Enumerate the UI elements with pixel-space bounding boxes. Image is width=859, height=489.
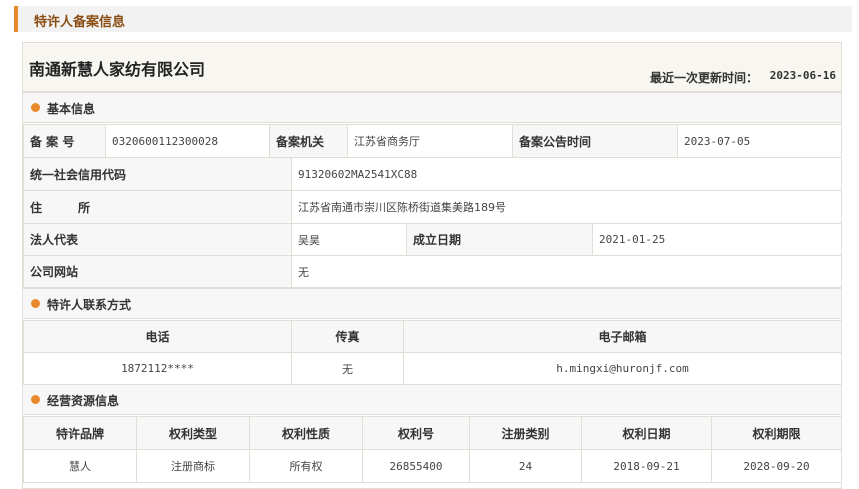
fax-header: 传真	[291, 320, 404, 353]
record-no-value: 0320600112300028	[105, 124, 270, 158]
table-row: 统一社会信用代码 91320602MA2541XC88	[23, 157, 843, 191]
brand-header: 特许品牌	[23, 416, 137, 450]
section-contact: 特许人联系方式	[23, 288, 841, 319]
address-value: 江苏省南通市崇川区陈桥街道集美路189号	[290, 190, 843, 224]
table-row: 慧人 注册商标 所有权 26855400 24 2018-09-21 2028-…	[23, 449, 842, 483]
right-date-header: 权利日期	[581, 416, 712, 450]
page-header: 特许人备案信息	[14, 6, 852, 32]
credit-code-label: 统一社会信用代码	[23, 157, 292, 191]
table-row: 住 所 江苏省南通市崇川区陈桥街道集美路189号	[23, 190, 843, 224]
legal-rep-label: 法人代表	[23, 223, 292, 256]
right-term-header: 权利期限	[711, 416, 842, 450]
table-row: 备 案 号 0320600112300028 备案机关 江苏省商务厅 备案公告时…	[23, 124, 842, 158]
right-no-cell: 26855400	[362, 449, 470, 483]
record-panel: 南通新慧人家纺有限公司 最近一次更新时间： 2023-06-16 基本信息 备 …	[22, 42, 843, 489]
company-name: 南通新慧人家纺有限公司	[29, 60, 206, 79]
website-value: 无	[290, 255, 843, 288]
right-nature-cell: 所有权	[249, 449, 363, 483]
founded-date-value: 2021-01-25	[591, 223, 843, 256]
address-label: 住 所	[23, 190, 292, 224]
credit-code-value: 91320602MA2541XC88	[290, 157, 843, 191]
right-type-cell: 注册商标	[136, 449, 250, 483]
basic-info-table-2: 统一社会信用代码 91320602MA2541XC88 住 所 江苏省南通市崇川…	[23, 157, 843, 288]
website-label: 公司网站	[23, 255, 292, 288]
authority-label: 备案机关	[269, 124, 348, 158]
founded-date-label: 成立日期	[406, 223, 593, 256]
right-date-cell: 2018-09-21	[581, 449, 712, 483]
reg-class-cell: 24	[469, 449, 582, 483]
company-header: 南通新慧人家纺有限公司 最近一次更新时间： 2023-06-16	[23, 43, 841, 92]
update-time-label: 最近一次更新时间：	[649, 71, 758, 85]
announce-date-value: 2023-07-05	[677, 124, 842, 158]
section-resources-title: 经营资源信息	[47, 394, 120, 408]
reg-class-header: 注册类别	[469, 416, 582, 450]
table-row: 法人代表 吴昊 成立日期 2021-01-25	[23, 223, 843, 256]
section-basic-title: 基本信息	[47, 102, 96, 116]
phone-value: 1872112****	[23, 352, 292, 385]
bullet-dot-icon	[31, 299, 40, 308]
section-basic-info: 基本信息	[23, 92, 841, 123]
section-contact-title: 特许人联系方式	[47, 298, 132, 312]
email-header: 电子邮箱	[403, 320, 842, 353]
right-term-cell: 2028-09-20	[711, 449, 842, 483]
authority-value: 江苏省商务厅	[347, 124, 513, 158]
bullet-dot-icon	[31, 103, 40, 112]
update-time-value: 2023-06-16	[769, 69, 836, 82]
brand-cell: 慧人	[23, 449, 137, 483]
contact-table: 电话 传真 电子邮箱 1872112**** 无 h.mingxi@huronj…	[23, 320, 842, 385]
table-row: 特许品牌 权利类型 权利性质 权利号 注册类别 权利日期 权利期限	[23, 416, 842, 450]
right-nature-header: 权利性质	[249, 416, 363, 450]
section-resources: 经营资源信息	[23, 384, 841, 415]
right-no-header: 权利号	[362, 416, 470, 450]
legal-rep-value: 吴昊	[291, 223, 407, 256]
announce-date-label: 备案公告时间	[512, 124, 678, 158]
table-row: 1872112**** 无 h.mingxi@huronjf.com	[23, 352, 842, 385]
table-row: 电话 传真 电子邮箱	[23, 320, 842, 353]
fax-value: 无	[291, 352, 404, 385]
table-row: 公司网站 无	[23, 255, 843, 288]
record-no-label: 备 案 号	[23, 124, 106, 158]
resources-table: 特许品牌 权利类型 权利性质 权利号 注册类别 权利日期 权利期限 慧人 注册商…	[23, 416, 842, 483]
bullet-dot-icon	[31, 395, 40, 404]
phone-header: 电话	[23, 320, 292, 353]
basic-info-table: 备 案 号 0320600112300028 备案机关 江苏省商务厅 备案公告时…	[23, 124, 842, 158]
email-value[interactable]: h.mingxi@huronjf.com	[403, 352, 842, 385]
right-type-header: 权利类型	[136, 416, 250, 450]
page-title: 特许人备案信息	[34, 15, 126, 30]
